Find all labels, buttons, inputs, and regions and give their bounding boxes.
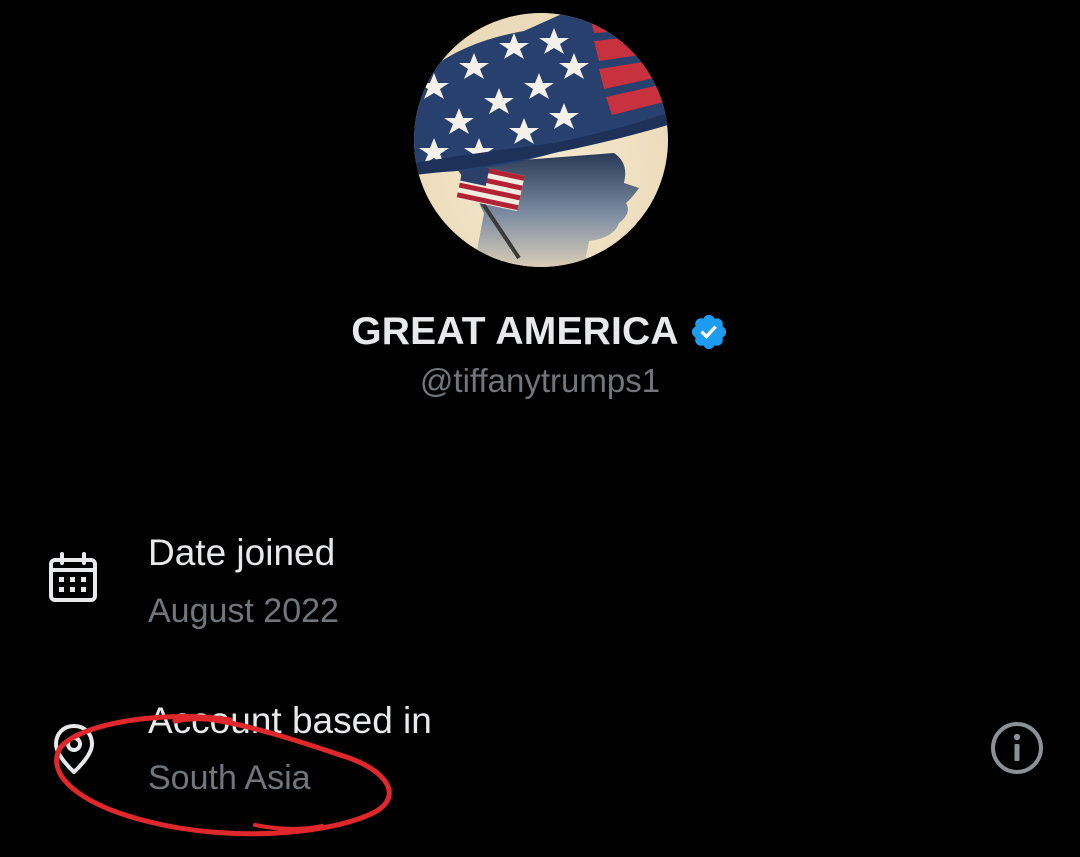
calendar-icon bbox=[46, 550, 102, 606]
profile-handle: @tiffanytrumps1 bbox=[419, 362, 661, 399]
profile-name-row: GREAT AMERICA bbox=[0, 310, 1080, 354]
account-location-label: Account based in bbox=[148, 700, 432, 741]
profile-avatar[interactable] bbox=[414, 13, 668, 267]
avatar-image bbox=[414, 13, 668, 267]
location-pin-icon bbox=[46, 720, 102, 776]
info-icon[interactable] bbox=[988, 719, 1046, 777]
verified-badge-icon[interactable] bbox=[689, 312, 729, 352]
date-joined-label: Date joined bbox=[148, 532, 336, 573]
account-location-value: South Asia bbox=[148, 759, 311, 797]
date-joined-value: August 2022 bbox=[148, 592, 339, 630]
display-name: GREAT AMERICA bbox=[351, 310, 679, 353]
